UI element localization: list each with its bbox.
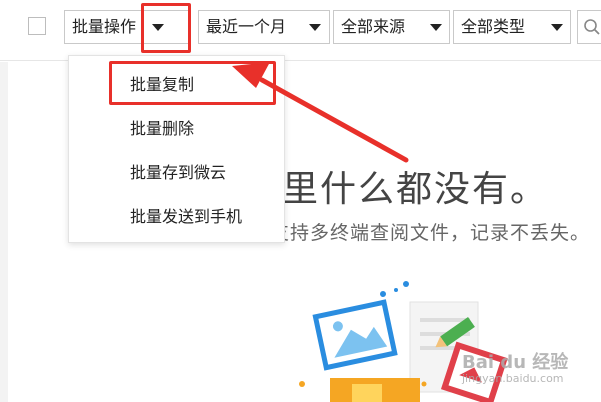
chevron-down-icon — [551, 24, 563, 31]
toolbar: 批量操作 最近一个月 全部来源 全部类型 — [0, 0, 601, 61]
select-all-checkbox[interactable] — [28, 17, 46, 35]
watermark-logo: Bai du 经验 — [462, 352, 569, 373]
menu-item-batch-delete[interactable]: 批量删除 — [130, 114, 194, 144]
source-filter-label: 全部来源 — [341, 17, 406, 36]
source-filter-dropdown[interactable]: 全部来源 — [333, 10, 450, 44]
type-filter-dropdown[interactable]: 全部类型 — [453, 10, 571, 44]
search-button[interactable] — [577, 10, 601, 44]
time-filter-label: 最近一个月 — [206, 17, 287, 36]
menu-item-save-to-weiyun[interactable]: 批量存到微云 — [130, 158, 226, 188]
empty-state-title: 这里什么都没有。 — [244, 169, 549, 210]
type-filter-label: 全部类型 — [461, 17, 526, 36]
menu-item-send-to-phone[interactable]: 批量发送到手机 — [130, 202, 242, 232]
chevron-down-icon — [309, 24, 321, 31]
chevron-down-icon — [430, 24, 442, 31]
empty-state-subtitle: 支持多终端查阅文件，记录不丢失。 — [270, 222, 591, 244]
time-filter-dropdown[interactable]: 最近一个月 — [198, 10, 330, 44]
annotation-box-caret — [141, 3, 191, 53]
watermark-url: jingyan.baidu.com — [462, 372, 564, 385]
batch-operations-label: 批量操作 — [72, 17, 137, 36]
sidebar-edge — [0, 62, 8, 402]
search-icon — [584, 19, 600, 35]
annotation-box-batch-copy — [109, 61, 276, 105]
